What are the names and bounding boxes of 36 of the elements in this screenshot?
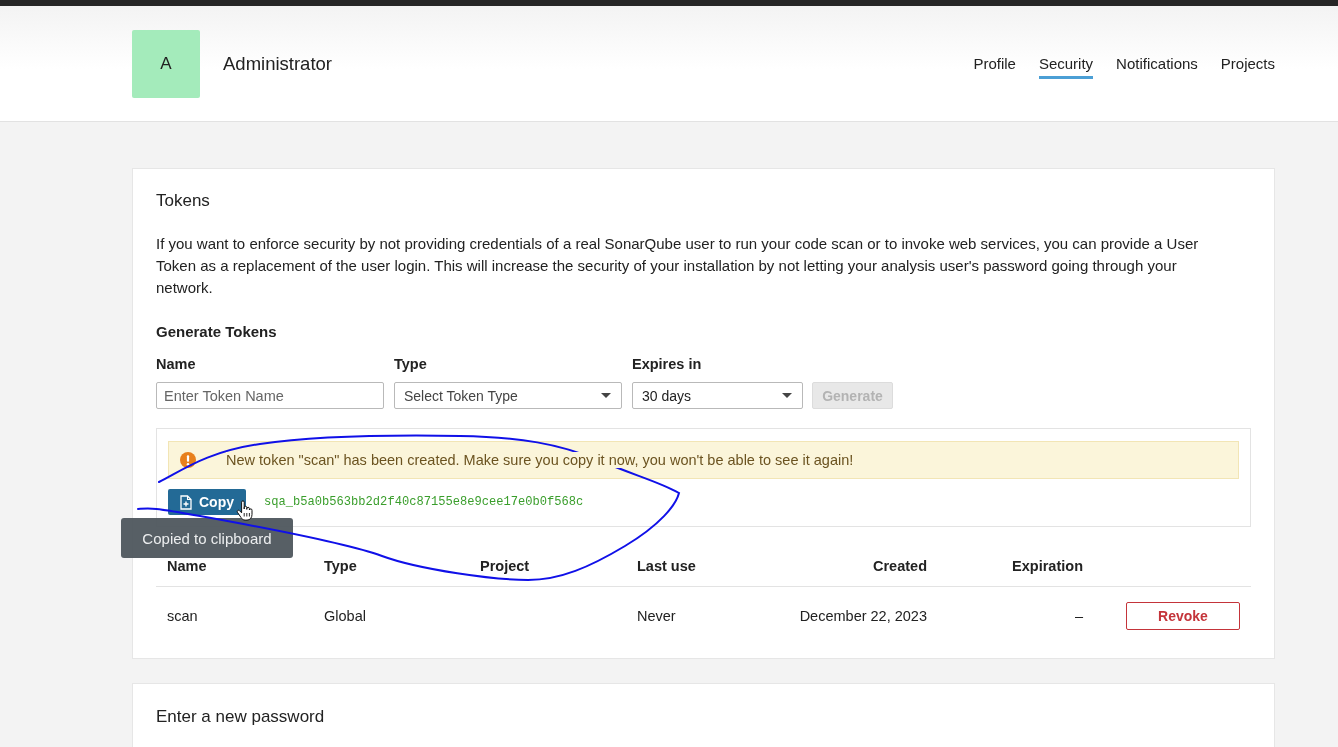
table-cell: December 22, 2023	[783, 586, 938, 645]
section-title: Enter a new password	[156, 706, 326, 729]
exclamation-icon	[180, 452, 196, 468]
token-name-field[interactable]: Enter Token Name	[156, 382, 384, 409]
copy-button[interactable]: Copy	[168, 489, 246, 515]
table-cell: Never	[626, 586, 783, 645]
field-label: Name	[156, 355, 197, 374]
expiration-select[interactable]: 30 days	[632, 382, 803, 409]
hand-cursor-icon	[236, 500, 254, 521]
nav-tab[interactable]: Projects	[1220, 50, 1275, 79]
revoke-button[interactable]: Revoke	[1126, 602, 1240, 631]
document-plus-icon	[180, 494, 192, 510]
column-header: Project	[469, 546, 626, 587]
nav-tab[interactable]: Notifications	[1116, 50, 1198, 79]
column-header: Expiration	[938, 546, 1094, 587]
section-title: Tokens	[156, 190, 211, 212]
table-cell: –	[938, 586, 1094, 645]
nav-tab[interactable]: Profile	[973, 50, 1016, 79]
column-header: Last use	[626, 546, 783, 587]
user-name: Administrator	[223, 52, 332, 75]
column-header: Type	[313, 546, 469, 587]
table-cell: Global	[313, 586, 469, 645]
section-subheading: Generate Tokens	[156, 322, 278, 342]
tooltip: Copied to clipboard	[121, 518, 293, 558]
field-label: Expires in	[632, 355, 703, 374]
nav-tab[interactable]: Security	[1038, 50, 1094, 79]
table-cell: scan	[156, 586, 313, 645]
caret-icon	[782, 393, 792, 398]
description-text: If you want to enforce security by not providing credentials of a real SonarQube user to run your code scan or to invoke web services, you can provide a User Token as a replacement of the user login. This will increase the security of your installation by not letting your analysis user's password going through your network.	[156, 234, 1200, 298]
column-header: Created	[783, 546, 938, 587]
warning-message: New token "scan" has been created. Make sure you copy it now, you won't be able to see it again!	[226, 452, 854, 468]
token-value: sqa_b5a0b563bb2d2f40c87155e8e9cee17e0b0f568c	[264, 495, 584, 509]
token-type-select[interactable]: Select Token Type	[394, 382, 622, 409]
field-label: Type	[394, 355, 428, 374]
user-avatar: A	[132, 29, 200, 98]
caret-icon	[601, 393, 611, 398]
